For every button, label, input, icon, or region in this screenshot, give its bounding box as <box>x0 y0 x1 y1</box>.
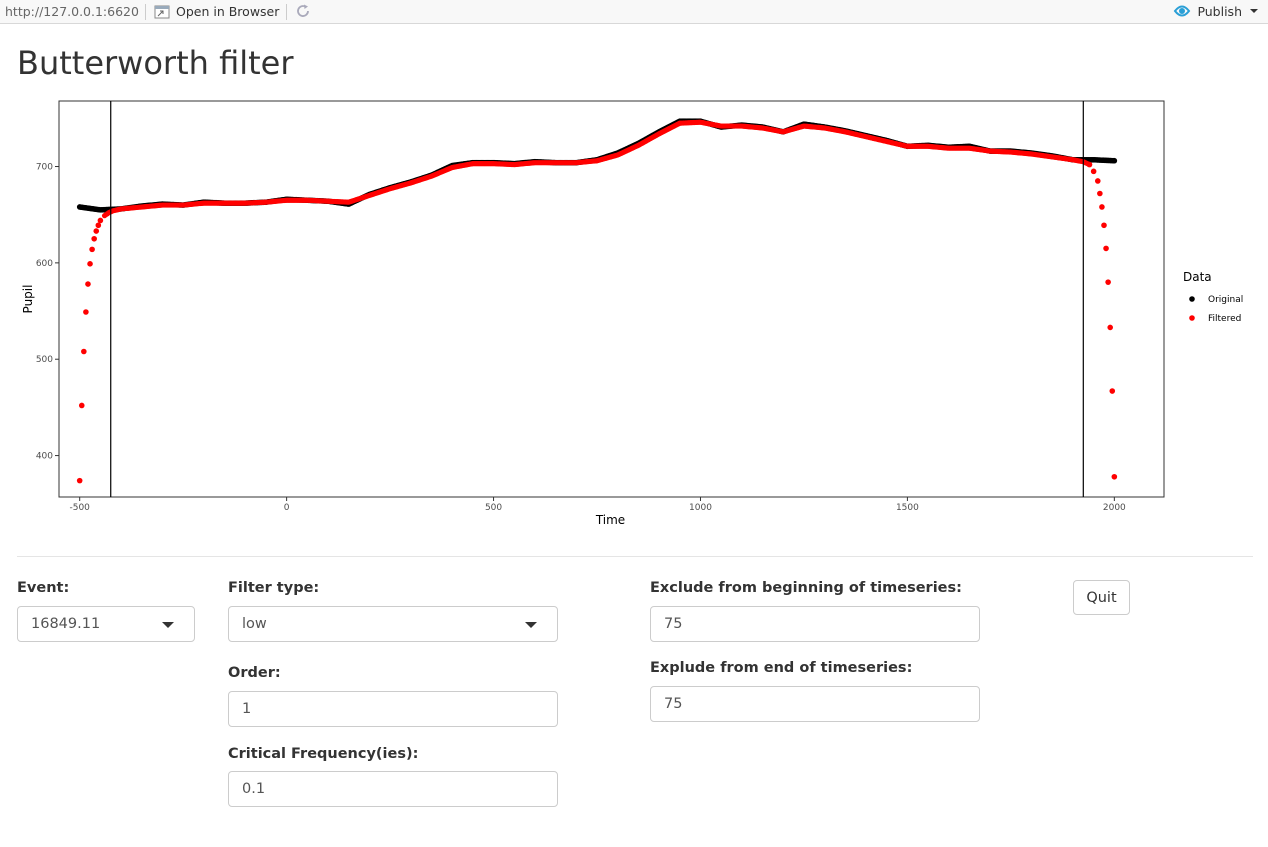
filter-type-select[interactable]: low <box>228 606 558 642</box>
exclude-beginning-input[interactable] <box>664 607 966 641</box>
filtered-point <box>1099 204 1105 210</box>
filtered-point <box>76 477 83 484</box>
filtered-point <box>85 281 91 287</box>
filtered-point <box>1090 168 1097 175</box>
legend-key <box>1189 296 1195 302</box>
legend-title: Data <box>1183 270 1212 284</box>
filtered-point <box>81 348 87 355</box>
filtered-point <box>93 228 100 234</box>
publish-button[interactable]: Publish <box>1173 3 1258 19</box>
y-tick-label: 400 <box>36 452 53 462</box>
original-point <box>1111 157 1118 164</box>
publish-label: Publish <box>1197 3 1242 19</box>
y-axis-title: Pupil <box>21 285 35 314</box>
url-text: http://127.0.0.1:6620 <box>5 4 139 19</box>
x-tick-label: 1000 <box>689 503 712 513</box>
section-divider <box>17 556 1253 557</box>
filtered-point <box>97 217 104 224</box>
critical-frequency-label: Critical Frequency(ies): <box>228 746 419 762</box>
x-tick-label: 2000 <box>1103 503 1126 513</box>
toolbar-divider <box>145 4 146 20</box>
filtered-point <box>1109 388 1116 394</box>
order-field[interactable] <box>228 691 558 727</box>
page-title: Butterworth filter <box>17 44 294 82</box>
filtered-point <box>1086 161 1093 168</box>
filtered-point <box>91 235 97 242</box>
exclude-beginning-label: Exclude from beginning of timeseries: <box>650 580 962 596</box>
legend-key <box>1189 315 1195 321</box>
y-tick-label: 700 <box>36 163 53 173</box>
pupil-timeseries-plot: -500 0 500 1000 1500 2000 400 500 600 700 Time Pupi… <box>21 100 1243 527</box>
viewer-toolbar: http://127.0.0.1:6620 Open in Browser Pu… <box>0 0 1268 24</box>
legend-label: Original <box>1208 295 1243 305</box>
filtered-point <box>89 246 95 253</box>
legend-label: Filtered <box>1208 314 1241 324</box>
filtered-point <box>1094 178 1101 184</box>
toolbar-divider <box>286 4 287 20</box>
x-tick-label: 0 <box>284 503 290 513</box>
exclude-end-input[interactable] <box>664 687 966 721</box>
chevron-down-icon <box>1250 9 1258 13</box>
event-select[interactable]: 16849.11 <box>17 606 195 642</box>
chevron-down-icon <box>525 622 537 628</box>
filtered-point <box>1111 473 1118 480</box>
x-axis-title: Time <box>595 513 625 527</box>
plot-panel <box>58 100 1165 498</box>
event-label: Event: <box>17 580 70 596</box>
filtered-point <box>83 309 89 315</box>
browser-window-icon <box>154 5 170 18</box>
filter-type-label: Filter type: <box>228 580 320 596</box>
exclude-beginning-field[interactable] <box>650 606 980 642</box>
publish-icon <box>1174 5 1191 17</box>
critical-frequency-field[interactable] <box>228 771 558 807</box>
filtered-point <box>1107 324 1113 331</box>
order-label: Order: <box>228 665 281 681</box>
x-tick-label: 500 <box>485 503 502 513</box>
event-select-value: 16849.11 <box>31 616 101 632</box>
filtered-point <box>87 261 93 267</box>
exclude-end-label: Explude from end of timeseries: <box>650 660 913 676</box>
refresh-icon[interactable] <box>295 3 311 22</box>
filtered-point <box>1101 222 1107 229</box>
x-tick-label: 1500 <box>896 503 919 513</box>
open-in-browser-label: Open in Browser <box>176 4 280 19</box>
quit-button[interactable]: Quit <box>1073 580 1130 615</box>
filtered-point <box>1097 190 1103 197</box>
order-input[interactable] <box>242 692 544 726</box>
y-tick-label: 500 <box>36 355 53 365</box>
filtered-point <box>78 402 85 409</box>
open-in-browser-button[interactable]: Open in Browser <box>154 4 279 19</box>
x-tick-label: -500 <box>69 503 90 513</box>
exclude-end-field[interactable] <box>650 686 980 722</box>
y-tick-label: 600 <box>36 259 53 269</box>
filter-type-select-value: low <box>242 616 267 632</box>
filtered-point <box>95 222 102 229</box>
filtered-point <box>1103 245 1109 252</box>
filtered-point <box>1105 279 1111 285</box>
critical-frequency-input[interactable] <box>242 772 544 806</box>
chevron-down-icon <box>162 622 174 628</box>
